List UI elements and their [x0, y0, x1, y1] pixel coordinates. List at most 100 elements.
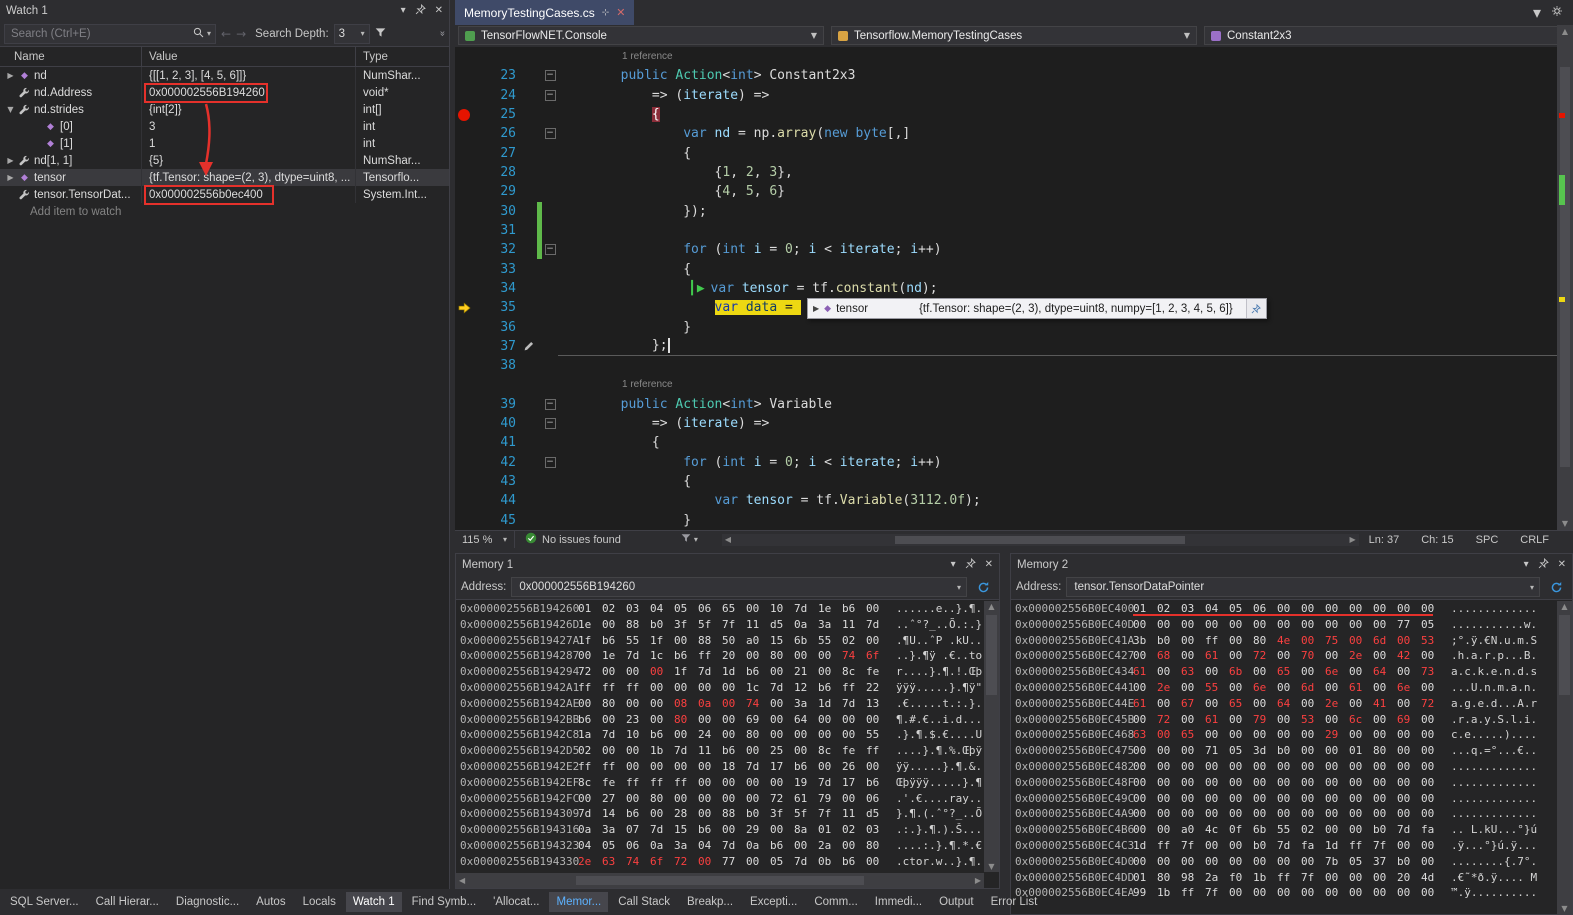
memory-byte[interactable]: 00	[1253, 885, 1277, 901]
memory-byte[interactable]: 63	[1181, 664, 1205, 680]
scroll-left-icon[interactable]: ◀	[459, 876, 465, 885]
memory-byte[interactable]: b6	[578, 712, 602, 728]
memory-byte[interactable]: 00	[1349, 806, 1373, 822]
memory-byte[interactable]: 00	[794, 743, 818, 759]
memory-byte[interactable]: 88	[722, 806, 746, 822]
memory-byte[interactable]: 0f	[1229, 822, 1253, 838]
breakpoint-icon[interactable]	[458, 109, 470, 121]
memory-byte[interactable]: 42	[1397, 648, 1421, 664]
memory-byte[interactable]: 4d	[1421, 870, 1445, 886]
memory-byte[interactable]: 0a	[770, 870, 794, 872]
memory-byte[interactable]: 00	[794, 727, 818, 743]
memory-byte[interactable]: 2e	[578, 854, 602, 870]
memory-byte[interactable]: 74	[842, 648, 866, 664]
datatip-expander-icon[interactable]: ▶	[813, 304, 819, 313]
memory-byte[interactable]: 00	[1133, 617, 1157, 633]
memory-byte[interactable]: 00	[1421, 806, 1445, 822]
memory-byte[interactable]: 0a	[650, 838, 674, 854]
memory-byte[interactable]: 72	[1157, 712, 1181, 728]
memory-byte[interactable]: a0	[746, 633, 770, 649]
memory-byte[interactable]: 3b	[1133, 633, 1157, 649]
memory-byte[interactable]: b6	[842, 601, 866, 617]
chevron-down-icon[interactable]: ▾	[1530, 583, 1534, 592]
memory-byte[interactable]: 77	[1397, 617, 1421, 633]
memory-byte[interactable]: 7d	[746, 759, 770, 775]
watch-value-cell[interactable]: 3	[142, 118, 356, 135]
bottom-tab[interactable]: SQL Server...	[3, 892, 86, 912]
memory-byte[interactable]: 7b	[1325, 854, 1349, 870]
memory-byte[interactable]: 00	[1373, 775, 1397, 791]
search-depth-select[interactable]: 3 ▾	[334, 24, 370, 44]
memory-byte[interactable]: 72	[674, 854, 698, 870]
memory-byte[interactable]: b0	[1253, 838, 1277, 854]
memory-byte[interactable]: ff	[674, 775, 698, 791]
memory-byte[interactable]: 00	[1373, 617, 1397, 633]
memory-byte[interactable]: b6	[674, 648, 698, 664]
memory-byte[interactable]: 00	[1373, 759, 1397, 775]
memory-byte[interactable]: 98	[1181, 870, 1205, 886]
search-input[interactable]	[9, 27, 190, 41]
memory-byte[interactable]: 00	[818, 759, 842, 775]
fold-collapse-icon[interactable]: −	[545, 418, 556, 429]
memory-byte[interactable]: 00	[650, 712, 674, 728]
memory-byte[interactable]: 00	[1253, 696, 1277, 712]
memory-byte[interactable]: ff	[842, 680, 866, 696]
memory-byte[interactable]: 04	[578, 838, 602, 854]
memory-byte[interactable]: 00	[842, 712, 866, 728]
memory-byte[interactable]: fe	[842, 743, 866, 759]
close-icon[interactable]: ✕	[435, 5, 443, 16]
memory-byte[interactable]: 02	[578, 743, 602, 759]
memory-byte[interactable]: fa	[1301, 838, 1325, 854]
memory-byte[interactable]: 64	[1277, 696, 1301, 712]
memory-byte[interactable]: 00	[842, 727, 866, 743]
scroll-right-icon[interactable]: ▶	[1349, 535, 1355, 544]
memory-byte[interactable]: 8c	[578, 775, 602, 791]
memory-byte[interactable]: 00	[1229, 775, 1253, 791]
memory-byte[interactable]: 6f	[866, 648, 890, 664]
memory-byte[interactable]: 6e	[1397, 680, 1421, 696]
memory-byte[interactable]: 7f	[1373, 838, 1397, 854]
memory-byte[interactable]: 2a	[818, 838, 842, 854]
memory-byte[interactable]: 00	[1421, 712, 1445, 728]
memory-byte[interactable]: 00	[1397, 759, 1421, 775]
memory-byte[interactable]: 00	[794, 870, 818, 872]
memory-byte[interactable]: 00	[1421, 885, 1445, 901]
memory-byte[interactable]: 00	[1133, 775, 1157, 791]
fold-collapse-icon[interactable]: −	[545, 457, 556, 468]
chevron-collapsed-icon[interactable]: ▶	[4, 71, 17, 80]
memory-byte[interactable]: 04	[698, 838, 722, 854]
memory-byte[interactable]: 00	[1277, 727, 1301, 743]
document-tab[interactable]: MemoryTestingCases.cs ⊹ ✕	[455, 0, 634, 25]
watch-row[interactable]: tensor.TensorDat...0x000002556b0ec400Sys…	[0, 186, 449, 203]
status-spaces[interactable]: SPC	[1476, 534, 1499, 546]
memory-byte[interactable]: 00	[866, 601, 890, 617]
fold-collapse-icon[interactable]: −	[545, 70, 556, 81]
memory-byte[interactable]: b6	[770, 838, 794, 854]
codelens-references[interactable]: 1 reference	[558, 379, 673, 390]
memory-byte[interactable]: 24	[698, 727, 722, 743]
memory-byte[interactable]: 00	[1301, 696, 1325, 712]
memory-byte[interactable]: 00	[1133, 806, 1157, 822]
memory-byte[interactable]: 17	[842, 775, 866, 791]
memory-byte[interactable]: 1f	[674, 664, 698, 680]
memory-byte[interactable]: 11	[746, 617, 770, 633]
memory-byte[interactable]: 00	[1229, 806, 1253, 822]
memory-byte[interactable]: 80	[1253, 633, 1277, 649]
memory-byte[interactable]: d5	[770, 617, 794, 633]
memory-byte[interactable]: 00	[674, 759, 698, 775]
memory-byte[interactable]: 1c	[746, 680, 770, 696]
memory-byte[interactable]: 00	[1133, 648, 1157, 664]
memory-byte[interactable]: 00	[1181, 712, 1205, 728]
memory-byte[interactable]: 00	[1301, 633, 1325, 649]
memory-byte[interactable]: 00	[1133, 743, 1157, 759]
memory-byte[interactable]: 55	[1277, 822, 1301, 838]
memory-byte[interactable]: 80	[866, 838, 890, 854]
memory-byte[interactable]: 00	[1397, 791, 1421, 807]
current-statement-arrow-icon[interactable]	[455, 298, 473, 317]
memory-byte[interactable]: 00	[722, 822, 746, 838]
memory-byte[interactable]: 64	[1373, 664, 1397, 680]
memory-byte[interactable]: 2e	[1349, 648, 1373, 664]
bottom-tab[interactable]: Comm...	[807, 892, 864, 912]
memory-byte[interactable]: 6b	[1253, 822, 1277, 838]
memory-byte[interactable]: 61	[794, 791, 818, 807]
